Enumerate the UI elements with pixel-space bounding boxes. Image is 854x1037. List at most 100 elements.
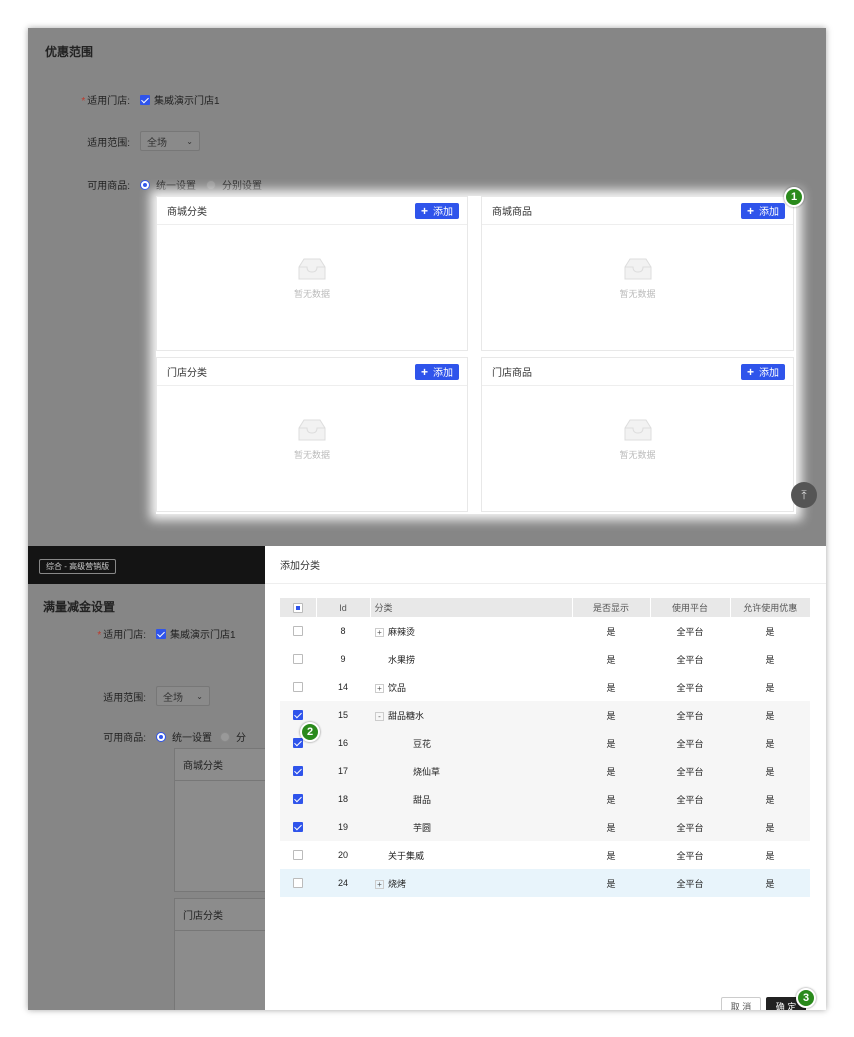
expand-icon[interactable]: + [375,683,384,693]
cell-discount: 是 [730,785,810,813]
cell-id: 8 [340,626,346,636]
add-store-category-button[interactable]: + 添加 [414,363,459,380]
panel-mall-category: 商城分类 + 添加 暂无数据 [156,196,468,351]
panel-title: 商城商品 [492,207,532,218]
cell-id: 18 [316,785,370,813]
table-row[interactable]: 24 + 烧烤 是全平台是 [280,869,810,897]
cell-category: 麻辣烫 [388,626,416,637]
expand-icon[interactable]: + [375,879,384,889]
table-row[interactable]: 14 + 饮品 是 全平台 是 [280,673,810,701]
col-visible: 是否显示 [572,598,651,617]
row-checkbox[interactable] [293,654,303,665]
select-all-checkbox[interactable] [292,602,303,613]
bg-store-label: 适用门店: [103,630,146,641]
chevron-down-icon: ⌄ [186,136,193,146]
table-row[interactable]: 19 芋圆 是全平台是 [280,813,810,841]
goods-row: 可用商品: 统一设置 分别设置 [28,177,262,192]
add-store-goods-button[interactable]: + 添加 [740,363,785,380]
bg-store-checkbox [156,628,166,639]
goods-panels: 商城分类 +添加 暂无数据 商城商品 +添加 暂无数据 门店分类 +添加 [156,196,796,514]
background-page: 综合 - 高级营销版 满量减金设置 * 适用门店: 集威演示门店1 适用范围: 全… [28,546,265,1010]
cell-id: 9 [340,654,346,664]
cell-platform: 全平台 [650,701,730,729]
cell-category: 甜品 [413,794,432,805]
cell-category: 饮品 [388,682,407,693]
cell-discount: 是 [730,813,810,841]
cell-platform: 全平台 [676,654,704,665]
cell-category: 烧仙草 [413,766,441,777]
cell-category: 豆花 [413,738,432,749]
table-row[interactable]: 16 豆花 是全平台是 [280,729,810,757]
add-mall-goods-button[interactable]: + 添加 [740,202,785,219]
table-row[interactable]: 17 烧仙草 是全平台是 [280,757,810,785]
empty-tray-icon [624,419,651,441]
row-checkbox[interactable] [293,850,303,861]
panel-mall-goods: 商城商品 + 添加 暂无数据 [481,196,794,351]
cell-visible: 是 [606,682,616,693]
scope-select[interactable]: 全场 ⌄ [140,131,200,151]
row-checkbox[interactable] [293,878,303,889]
row-checkbox[interactable] [293,682,303,693]
table-row[interactable]: 15- 甜品糖水 是全平台是 [280,701,810,729]
bg-radio-separate [220,731,230,742]
cell-platform: 全平台 [676,626,704,637]
store-label: 适用门店: [87,96,130,107]
plus-icon: + [746,203,754,218]
empty-tray-icon [298,258,326,280]
empty-state: 暂无数据 [157,418,467,461]
cell-id: 15 [316,701,370,729]
row-checkbox[interactable] [293,766,303,777]
expand-icon[interactable]: + [375,627,384,637]
cell-discount: 是 [730,869,810,897]
empty-tray-icon [624,258,651,280]
table-row[interactable]: 8 + 麻辣烫 是 全平台 是 [280,617,810,645]
step-badge-2: 2 [300,722,320,742]
step-badge-3: 3 [796,988,816,1008]
row-checkbox[interactable] [293,794,303,805]
store-row: * 适用门店: 集威演示门店1 [28,92,220,107]
row-checkbox[interactable] [293,822,303,833]
cell-visible: 是 [572,701,650,729]
cancel-button[interactable]: 取 消 [721,997,761,1010]
empty-state: 暂无数据 [482,418,793,461]
table-row[interactable]: 9 水果捞 是 全平台 是 [280,645,810,673]
add-mall-category-button[interactable]: + 添加 [414,202,459,219]
table-row[interactable]: 18 甜品 是全平台是 [280,785,810,813]
collapse-icon[interactable]: - [375,711,384,721]
col-discount: 允许使用优惠 [730,598,810,617]
plus-icon: + [420,203,428,218]
radio-separate-label: 分别设置 [222,181,262,192]
radio-separate[interactable] [206,179,216,190]
cell-id: 19 [316,813,370,841]
radio-unified-label: 统一设置 [156,181,196,192]
back-to-top-button[interactable]: ⤒ [791,482,817,508]
bg-panel-mall-category: 商城分类 [174,748,265,892]
scope-row: 适用范围: 全场 ⌄ [28,131,200,151]
row-checkbox[interactable] [293,738,303,749]
cell-discount: 是 [765,626,775,637]
cell-category: 关于集威 [388,850,425,861]
bg-store-value: 集威演示门店1 [170,630,236,641]
row-checkbox[interactable] [293,710,303,721]
screenshot-frame: 优惠范围 * 适用门店: 集威演示门店1 适用范围: 全场 ⌄ 可用商品: 统一设… [28,28,826,1010]
table-row[interactable]: 20 关于集威 是 全平台 是 [280,841,810,869]
cell-platform: 全平台 [676,682,704,693]
store-checkbox[interactable] [140,94,150,105]
cell-platform: 全平台 [650,813,730,841]
col-id: Id [316,598,371,617]
bg-store-row: * 适用门店: 集威演示门店1 [28,626,236,641]
row-checkbox[interactable] [293,626,303,637]
scope-select-value: 全场 [147,137,167,149]
cell-discount: 是 [730,701,810,729]
cell-visible: 是 [572,813,650,841]
dialog-title: 添加分类 [265,546,826,584]
store-value: 集威演示门店1 [154,96,220,107]
cell-visible: 是 [572,757,650,785]
empty-tray-icon [298,419,326,441]
section-title: 优惠范围 [45,45,94,59]
cell-visible: 是 [572,785,650,813]
version-tag: 综合 - 高级营销版 [39,559,117,574]
arrow-up-icon: ⤒ [801,487,807,502]
radio-unified[interactable] [140,179,150,190]
panel-store-goods: 门店商品 + 添加 暂无数据 [481,357,794,512]
